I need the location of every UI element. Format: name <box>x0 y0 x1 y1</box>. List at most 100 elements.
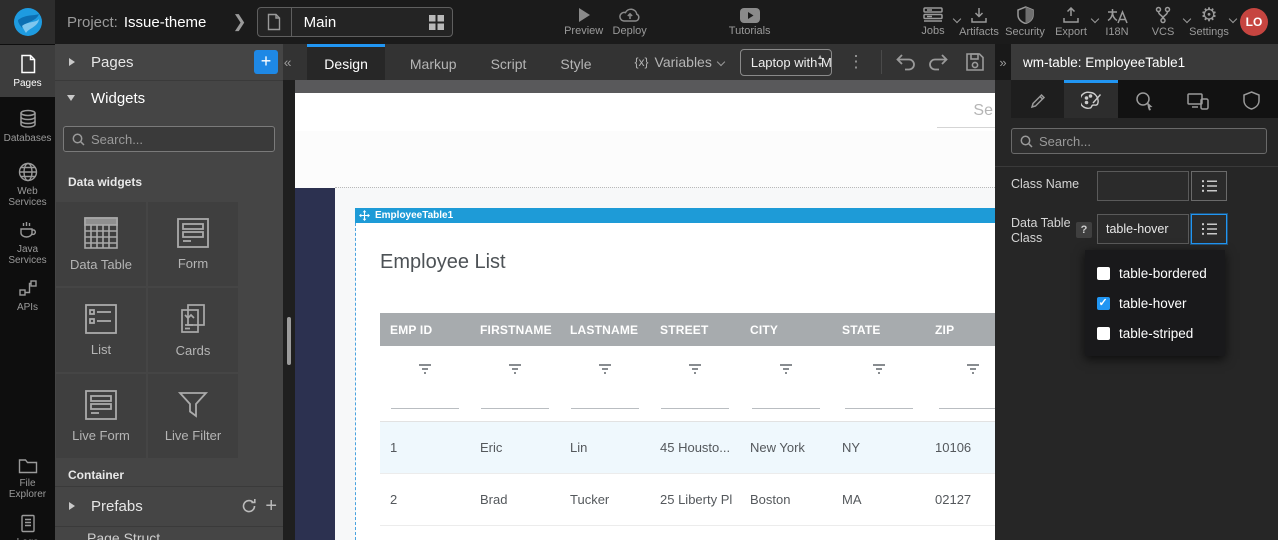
prefabs-section-header[interactable]: Prefabs + <box>55 490 283 522</box>
page-left-nav-strip[interactable] <box>295 188 335 540</box>
page-search-truncated-text[interactable]: Se <box>973 102 993 120</box>
widgets-section-header[interactable]: Widgets <box>55 84 283 112</box>
add-prefab-button[interactable]: + <box>265 497 277 515</box>
tool-artifacts[interactable]: Artifacts <box>956 0 1002 44</box>
filter-icon[interactable] <box>507 363 523 375</box>
column-header[interactable]: EMP ID <box>380 313 470 346</box>
tab-script[interactable]: Script <box>474 44 544 80</box>
tab-design[interactable]: Design <box>307 44 385 80</box>
tool-settings[interactable]: ⚙ Settings <box>1186 0 1232 44</box>
tutorials-button[interactable]: Tutorials <box>727 0 773 44</box>
palette-icon <box>1081 91 1102 110</box>
filter-icon[interactable] <box>965 363 981 375</box>
widget-tile-live-form[interactable]: Live Form <box>56 374 146 458</box>
move-handle-icon[interactable] <box>359 210 370 221</box>
add-page-button[interactable]: + <box>254 50 278 74</box>
page-grid-icon[interactable] <box>422 15 452 30</box>
tool-jobs[interactable]: Jobs <box>910 0 956 44</box>
checkbox-icon[interactable] <box>1097 327 1110 340</box>
column-header[interactable]: STREET <box>650 313 740 346</box>
widget-tile-live-filter[interactable]: Live Filter <box>148 374 238 458</box>
page-structure-section-header[interactable]: Page Struct... <box>55 530 283 540</box>
tool-export[interactable]: Export <box>1048 0 1094 44</box>
dropdown-option-table-hover[interactable]: table-hover <box>1085 288 1225 318</box>
column-header[interactable]: LASTNAME <box>560 313 650 346</box>
collapse-panel-button[interactable]: « <box>283 44 292 80</box>
tool-security[interactable]: Security <box>1002 0 1048 44</box>
widget-tile-form[interactable]: Form <box>148 202 238 286</box>
expand-panel-button[interactable]: » <box>995 44 1011 80</box>
user-avatar[interactable]: LO <box>1240 8 1268 36</box>
tab-security[interactable] <box>1225 80 1278 118</box>
widget-search-input[interactable] <box>91 132 251 147</box>
pages-section-header[interactable]: Pages <box>55 48 283 76</box>
preview-button[interactable]: Preview <box>561 0 607 44</box>
tool-vcs[interactable]: VCS <box>1140 0 1186 44</box>
widget-tile-list[interactable]: List <box>56 288 146 372</box>
rail-item-pages[interactable]: Pages <box>0 45 55 97</box>
dropdown-option-table-bordered[interactable]: table-bordered <box>1085 258 1225 288</box>
rail-item-file-explorer[interactable]: File Explorer <box>0 450 55 506</box>
variables-button[interactable]: {x} Variables <box>635 44 724 80</box>
filter-icon[interactable] <box>778 363 794 375</box>
tab-events[interactable] <box>1118 80 1171 118</box>
column-filter-input[interactable] <box>939 391 996 409</box>
tab-markup[interactable]: Markup <box>393 44 474 80</box>
deploy-button[interactable]: Deploy <box>607 0 653 44</box>
redo-button[interactable] <box>927 53 949 71</box>
help-icon[interactable]: ? <box>1076 222 1092 238</box>
selected-widget-name: EmployeeTable1 <box>375 210 453 221</box>
filter-icon[interactable] <box>871 363 887 375</box>
tab-style[interactable]: Style <box>543 44 608 80</box>
device-select[interactable]: Laptop with MDPI Screen ▲▼ <box>740 49 832 76</box>
data-table-class-input[interactable] <box>1097 214 1189 244</box>
rail-item-apis[interactable]: APIs <box>0 272 55 318</box>
refresh-icon[interactable] <box>241 498 257 514</box>
widget-tile-data-table[interactable]: Data Table <box>56 202 146 286</box>
property-search-input[interactable] <box>1039 134 1239 149</box>
column-filter-input[interactable] <box>845 391 913 409</box>
column-filter-input[interactable] <box>481 391 549 409</box>
save-button[interactable] <box>965 52 985 72</box>
filter-icon[interactable] <box>597 363 613 375</box>
column-header[interactable]: ZIP <box>925 313 995 346</box>
filter-icon[interactable] <box>417 363 433 375</box>
page-tab-main[interactable]: Main <box>257 7 453 37</box>
tool-i18n[interactable]: I18N <box>1094 0 1140 44</box>
data-table-class-list-button[interactable] <box>1191 214 1227 244</box>
undo-button[interactable] <box>895 53 917 71</box>
column-filter-input[interactable] <box>661 391 729 409</box>
selected-widget-title: wm-table: EmployeeTable1 <box>1011 44 1278 80</box>
rail-item-web-services[interactable]: Web Services <box>0 156 55 214</box>
search-icon <box>1020 135 1033 148</box>
class-name-list-button[interactable] <box>1191 171 1227 201</box>
rail-item-java-services[interactable]: Java Services <box>0 216 55 270</box>
dropdown-option-table-striped[interactable]: table-striped <box>1085 318 1225 348</box>
selected-widget-label-bar[interactable]: EmployeeTable1 <box>355 208 995 223</box>
column-filter-input[interactable] <box>752 391 820 409</box>
tab-properties[interactable] <box>1011 80 1064 118</box>
tab-styles[interactable] <box>1064 80 1117 118</box>
more-options-button[interactable]: ⋮ <box>848 52 865 72</box>
app-logo[interactable] <box>0 0 55 44</box>
rail-item-databases[interactable]: Databases <box>0 99 55 154</box>
column-filter-input[interactable] <box>571 391 639 409</box>
table-row[interactable]: 2 Brad Tucker 25 Liberty Pl Boston MA 02… <box>380 473 995 525</box>
filter-icon[interactable] <box>687 363 703 375</box>
employee-table-widget[interactable]: Employee List EMP ID FIRSTNAME LASTNAME … <box>356 223 995 540</box>
column-header[interactable]: STATE <box>832 313 925 346</box>
breadcrumb-chevron-icon[interactable]: ❯ <box>232 12 246 32</box>
checkbox-icon[interactable] <box>1097 297 1110 310</box>
panel-scrollbar-thumb[interactable] <box>287 317 291 365</box>
checkbox-icon[interactable] <box>1097 267 1110 280</box>
rail-item-logs[interactable]: Logs <box>0 506 55 540</box>
column-header[interactable]: FIRSTNAME <box>470 313 560 346</box>
tab-devices[interactable] <box>1171 80 1224 118</box>
widgets-section-label: Widgets <box>91 90 145 107</box>
column-header[interactable]: CITY <box>740 313 832 346</box>
table-row[interactable]: 1 Eric Lin 45 Housto... New York NY 1010… <box>380 421 995 473</box>
widget-tile-cards[interactable]: Cards <box>148 288 238 372</box>
left-nav-rail: Pages Databases Web Services Java Servic… <box>0 44 55 540</box>
class-name-input[interactable] <box>1097 171 1189 201</box>
column-filter-input[interactable] <box>391 391 459 409</box>
